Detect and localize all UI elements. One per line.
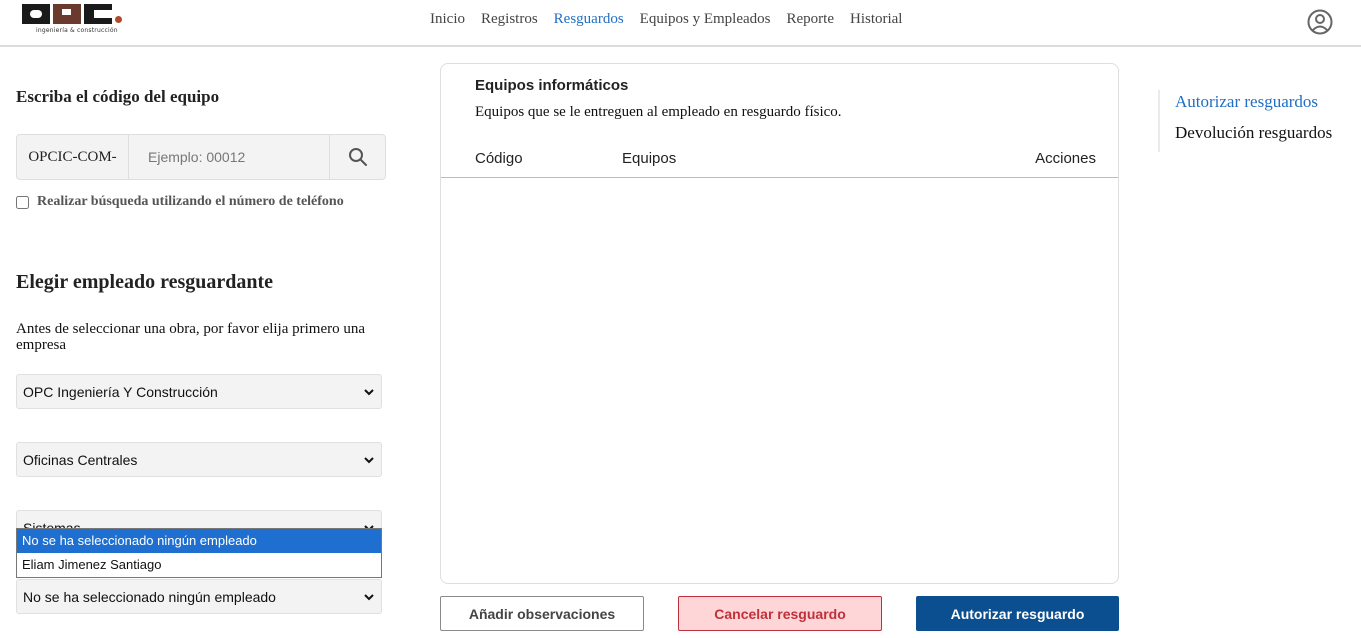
- search-button[interactable]: [329, 135, 385, 179]
- employee-section-title: Elegir empleado resguardante: [16, 271, 274, 293]
- column-equipos: Equipos: [622, 150, 677, 167]
- nav-equipos-y-empleados[interactable]: Equipos y Empleados: [640, 11, 771, 28]
- phone-search-label: Realizar búsqueda utilizando el número d…: [37, 194, 344, 209]
- opc-logo[interactable]: ingeniería & construcción: [22, 4, 122, 40]
- search-section-title: Escriba el código del equipo: [16, 87, 220, 106]
- top-navigation-bar: ingeniería & construcción Inicio Registr…: [0, 0, 1361, 47]
- chevron-down-icon: [364, 389, 374, 396]
- employee-select[interactable]: No se ha seleccionado ningún empleado: [16, 579, 382, 614]
- site-select[interactable]: Oficinas Centrales: [16, 442, 382, 477]
- equipment-code-input[interactable]: [129, 135, 329, 179]
- card-title: Equipos informáticos: [475, 77, 629, 94]
- employee-select-value: No se ha seleccionado ningún empleado: [23, 588, 276, 605]
- main-menu: Inicio Registros Resguardos Equipos y Em…: [430, 11, 902, 28]
- nav-inicio[interactable]: Inicio: [430, 11, 465, 28]
- site-select-value: Oficinas Centrales: [23, 451, 138, 468]
- equipment-code-search: OPCIC-COM-: [16, 134, 386, 180]
- sidenav-return[interactable]: Devolución resguardos: [1175, 121, 1332, 152]
- company-select[interactable]: OPC Ingeniería Y Construcción: [16, 374, 382, 409]
- employee-hint: Antes de seleccionar una obra, por favor…: [16, 321, 366, 353]
- chevron-down-icon: [364, 457, 374, 464]
- search-icon: [348, 148, 367, 166]
- phone-search-option: Realizar búsqueda utilizando el número d…: [16, 194, 344, 210]
- nav-resguardos[interactable]: Resguardos: [554, 11, 624, 28]
- nav-reporte[interactable]: Reporte: [787, 11, 834, 28]
- column-codigo: Código: [475, 150, 523, 167]
- code-prefix: OPCIC-COM-: [17, 135, 129, 179]
- sidenav-authorize[interactable]: Autorizar resguardos: [1175, 90, 1332, 121]
- logo-tagline: ingeniería & construcción: [36, 27, 118, 34]
- authorize-custody-button[interactable]: Autorizar resguardo: [916, 596, 1119, 631]
- employee-option-none[interactable]: No se ha seleccionado ningún empleado: [17, 529, 381, 553]
- user-account-icon[interactable]: [1306, 8, 1334, 36]
- employee-dropdown-list: No se ha seleccionado ningún empleado El…: [16, 528, 382, 578]
- chevron-down-icon: [364, 594, 374, 601]
- nav-registros[interactable]: Registros: [481, 11, 538, 28]
- equipment-table-header: Código Equipos Acciones: [441, 148, 1118, 178]
- employee-option-eliam[interactable]: Eliam Jimenez Santiago: [17, 553, 381, 577]
- add-observations-button[interactable]: Añadir observaciones: [440, 596, 644, 631]
- equipment-card: Equipos informáticos Equipos que se le e…: [440, 63, 1119, 584]
- nav-historial[interactable]: Historial: [850, 11, 903, 28]
- logo-mark: [22, 4, 122, 24]
- card-subtitle: Equipos que se le entreguen al empleado …: [475, 104, 842, 120]
- column-acciones: Acciones: [1035, 150, 1096, 167]
- phone-search-checkbox[interactable]: [16, 195, 29, 209]
- company-select-value: OPC Ingeniería Y Construcción: [23, 383, 218, 400]
- custody-side-nav: Autorizar resguardos Devolución resguard…: [1158, 90, 1332, 152]
- cancel-custody-button[interactable]: Cancelar resguardo: [678, 596, 882, 631]
